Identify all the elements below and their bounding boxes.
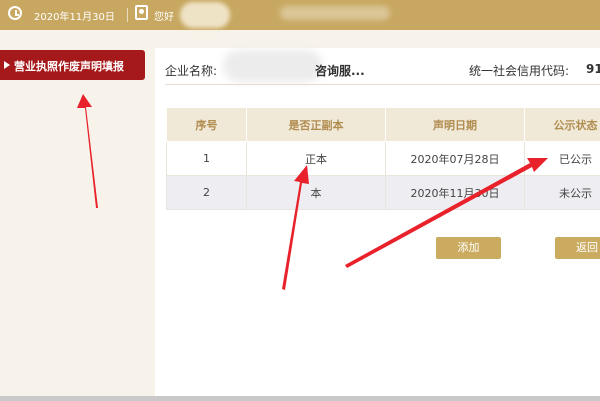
add-button[interactable]: 添加 (436, 237, 501, 259)
column-header-original-copy: 是否正副本 (246, 107, 386, 142)
column-header-declaration-date: 声明日期 (385, 107, 525, 142)
current-date: 2020年11月30日 (34, 12, 115, 23)
play-triangle-icon (4, 61, 10, 69)
row-copy-type: 本 (246, 175, 386, 210)
row-copy-type: 正本 (246, 141, 386, 176)
table-header-row: 序号 是否正副本 声明日期 公示状态 (166, 107, 600, 142)
row-date: 2020年11月30日 (385, 175, 525, 210)
company-name-label: 企业名称: (165, 64, 218, 78)
credit-code-value: 91 (586, 62, 600, 76)
redacted-company-name (223, 50, 323, 82)
user-id-icon (135, 5, 148, 20)
topbar-divider (127, 8, 128, 22)
row-status: 已公示 (524, 141, 600, 176)
company-name-value: 咨询服... (315, 64, 365, 78)
top-bar: 2020年11月30日 您好 (0, 0, 600, 30)
declaration-table: 序号 是否正副本 声明日期 公示状态 1 正本 2020年07月28日 已公示 … (166, 107, 600, 210)
sidebar-item-label: 营业执照作废声明填报 (14, 60, 124, 73)
sidebar-item-license-void-declaration[interactable]: 营业执照作废声明填报 (0, 50, 145, 80)
sidebar: 营业执照作废声明填报 (0, 30, 152, 401)
redacted-username (180, 2, 230, 28)
info-divider (165, 84, 600, 85)
row-date: 2020年07月28日 (385, 141, 525, 176)
redacted-info (280, 6, 390, 20)
row-index: 2 (166, 175, 247, 210)
bottom-strip (0, 396, 600, 401)
clock-icon (8, 6, 22, 20)
column-header-publicity-status: 公示状态 (524, 107, 600, 142)
table-row[interactable]: 2 本 2020年11月30日 未公示 (166, 175, 600, 210)
greeting-text: 您好 (154, 12, 174, 23)
credit-code-label: 统一社会信用代码: (469, 64, 570, 78)
row-status: 未公示 (524, 175, 600, 210)
column-header-index: 序号 (166, 107, 247, 142)
row-index: 1 (166, 141, 247, 176)
back-button[interactable]: 返回 (555, 237, 600, 259)
main-panel: 企业名称: 咨询服... 统一社会信用代码: 91 序号 是否正副本 声明日期 … (155, 48, 600, 401)
table-row[interactable]: 1 正本 2020年07月28日 已公示 (166, 141, 600, 176)
